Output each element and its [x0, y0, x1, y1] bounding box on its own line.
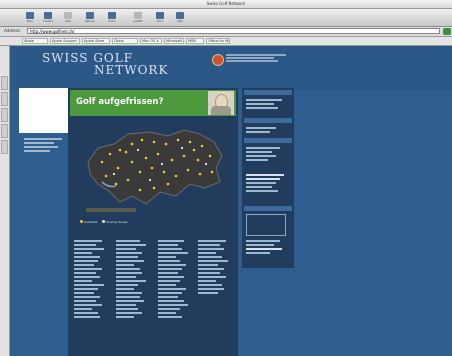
rail-tab-history[interactable]	[1, 92, 8, 106]
favorite-link[interactable]: MSN	[186, 38, 204, 44]
autofill-icon	[134, 12, 142, 19]
sidebar-links[interactable]	[246, 97, 290, 111]
header-small-text	[226, 53, 296, 63]
sidebar-feature[interactable]	[246, 172, 290, 194]
browser-toolbar: Back Forward Stop Refresh Home AutoFill …	[0, 9, 452, 27]
main-content: Golf aufgefrissen? Golfplatz Driving Ran…	[68, 88, 238, 356]
rail-tab-page-holder[interactable]	[1, 140, 8, 154]
favorite-link[interactable]: Apple Store	[82, 38, 110, 44]
address-bar: Address http://www.golfnet.ch/	[0, 27, 452, 37]
go-button[interactable]	[443, 28, 451, 35]
banner-portrait	[208, 91, 234, 115]
club-list-column	[158, 238, 194, 320]
site-logo-line2[interactable]: NETWORK	[94, 63, 168, 77]
club-list-column	[116, 238, 152, 320]
sidebar-links[interactable]	[246, 145, 290, 163]
refresh-button[interactable]: Refresh	[84, 11, 96, 23]
stop-icon	[64, 12, 72, 19]
favorite-link[interactable]: iTools	[112, 38, 138, 44]
address-label: Address	[4, 28, 20, 33]
promo-banner[interactable]: Golf aufgefrissen?	[70, 90, 236, 116]
sidebar-header	[244, 118, 292, 123]
left-nav	[24, 136, 68, 154]
favorite-link[interactable]: Microsoft MacTopia	[164, 38, 184, 44]
right-sidebar	[242, 88, 294, 268]
mail-icon	[176, 12, 184, 19]
back-button[interactable]: Back	[24, 11, 36, 23]
switzerland-map[interactable]	[80, 122, 230, 218]
sidebar-header	[244, 138, 292, 143]
home-icon	[108, 12, 116, 19]
rail-tab-scrapbook[interactable]	[1, 124, 8, 138]
club-list-column	[74, 238, 110, 320]
explorer-rail	[0, 46, 10, 356]
print-button[interactable]: Print	[154, 11, 166, 23]
favorite-link[interactable]: Mac OS X	[140, 38, 162, 44]
sidebar-header	[244, 206, 292, 211]
stop-button[interactable]: Stop	[62, 11, 74, 23]
map-legend: Golfplatz Driving Range	[80, 220, 230, 224]
sidebar-header	[244, 90, 292, 95]
url-input[interactable]: http://www.golfnet.ch/	[27, 28, 440, 34]
favorite-link[interactable]: Apple Support	[50, 38, 80, 44]
mail-button[interactable]: Mail	[174, 11, 186, 23]
autofill-button[interactable]: AutoFill	[132, 11, 144, 23]
banner-headline: Golf aufgefrissen?	[76, 97, 164, 107]
favorites-bar: Apple Apple Support Apple Store iTools M…	[0, 37, 452, 46]
rail-tab-search[interactable]	[1, 108, 8, 122]
print-icon	[156, 12, 164, 19]
club-list-column	[198, 238, 234, 296]
favorite-link[interactable]: Office for Macintosh	[206, 38, 230, 44]
sidebar-login-box[interactable]	[246, 214, 286, 236]
sidebar-links[interactable]	[246, 238, 290, 256]
association-seal-icon	[212, 54, 224, 66]
home-button[interactable]: Home	[106, 11, 118, 23]
favorite-link[interactable]: Apple	[22, 38, 48, 44]
forward-button[interactable]: Forward	[42, 11, 54, 23]
rail-tab-favorites[interactable]	[1, 76, 8, 90]
refresh-icon	[86, 12, 94, 19]
sidebar-links[interactable]	[246, 125, 290, 135]
left-white-panel	[19, 88, 68, 133]
window-title: Swiss Golf Network	[206, 1, 246, 6]
window-titlebar: Swiss Golf Network	[0, 0, 452, 9]
legend-item: Driving Range	[102, 220, 127, 224]
web-page: SWISS GOLF NETWORK Golf aufgefrissen? Go…	[10, 46, 452, 356]
forward-arrow-icon	[44, 12, 52, 19]
legend-item: Golfplatz	[80, 220, 97, 224]
back-arrow-icon	[26, 12, 34, 19]
